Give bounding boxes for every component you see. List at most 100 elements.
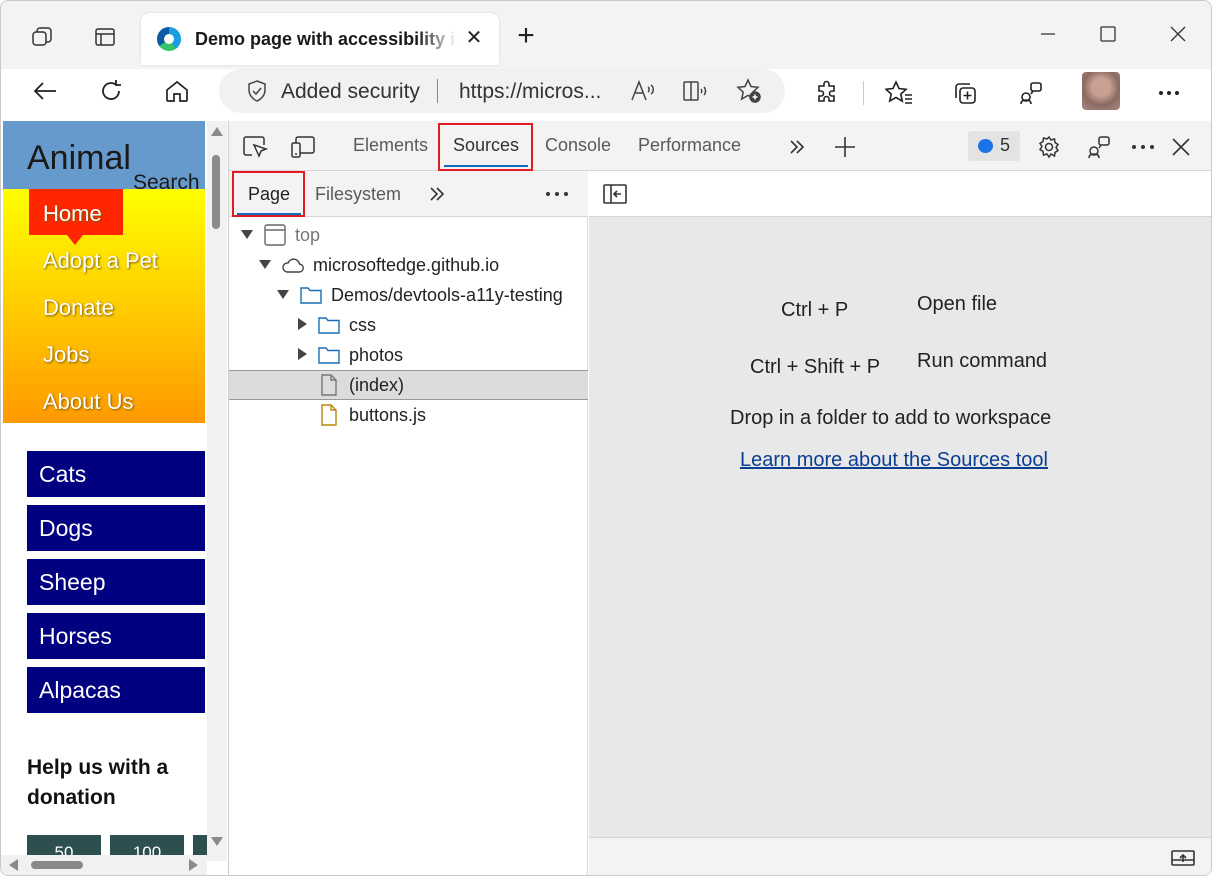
more-tabs-chevron-icon[interactable] — [783, 133, 811, 161]
sources-highlight-box — [438, 123, 533, 171]
tree-item-top[interactable]: top — [229, 220, 588, 250]
tab-actions-icon[interactable] — [91, 23, 119, 51]
refresh-icon[interactable] — [91, 71, 131, 111]
url-text[interactable]: https://micros... — [459, 80, 601, 104]
tree-item-css-folder[interactable]: css — [229, 310, 588, 340]
site-nav-adopt[interactable]: Adopt a Pet — [43, 248, 158, 274]
browser-window: Demo page with accessibility issues ✕ + — [0, 0, 1212, 876]
issues-badge[interactable]: 5 — [968, 131, 1020, 161]
more-navigator-tabs-chevron-icon[interactable] — [423, 180, 451, 208]
site-nav-donate[interactable]: Donate — [43, 295, 114, 321]
shortcut-action-open-file: Open file — [917, 293, 998, 315]
site-logo[interactable]: Animal — [27, 139, 131, 178]
close-devtools-icon[interactable] — [1167, 133, 1195, 161]
close-window-icon[interactable] — [1163, 19, 1193, 49]
tree-item-domain[interactable]: microsoftedge.github.io — [229, 250, 588, 280]
workspaces-icon[interactable] — [28, 23, 56, 51]
frame-icon — [264, 224, 286, 246]
site-nav: Home Adopt a Pet Donate Jobs About Us — [3, 189, 205, 423]
new-tab-icon[interactable]: + — [513, 21, 539, 51]
scroll-right-icon[interactable] — [189, 859, 198, 871]
home-icon[interactable] — [157, 71, 197, 111]
browser-tab[interactable]: Demo page with accessibility issues ✕ — [141, 13, 499, 65]
tree-label: photos — [349, 345, 404, 365]
profile-avatar[interactable] — [1082, 72, 1120, 110]
maximize-icon[interactable] — [1093, 19, 1123, 49]
site-nav-about[interactable]: About Us — [43, 389, 134, 415]
expand-triangle-icon[interactable] — [241, 230, 253, 239]
minimize-icon[interactable] — [1033, 19, 1063, 49]
shortcut-keys-open-file: Ctrl + P — [781, 299, 849, 321]
tree-label: top — [295, 225, 321, 245]
tree-item-demos-folder[interactable]: Demos/devtools-a11y-testing — [229, 280, 588, 310]
vertical-scrollbar[interactable] — [207, 121, 227, 861]
security-label[interactable]: Added security — [281, 80, 420, 104]
devtools-more-icon[interactable] — [1129, 133, 1157, 161]
collapsed-triangle-icon[interactable] — [298, 318, 307, 330]
category-dogs[interactable]: Dogs — [27, 505, 205, 551]
scroll-down-icon[interactable] — [211, 837, 223, 846]
toggle-navigator-icon[interactable] — [601, 180, 629, 208]
tab-performance[interactable]: Performance — [638, 135, 741, 156]
tab-elements[interactable]: Elements — [353, 135, 428, 156]
add-tab-icon[interactable] — [831, 133, 859, 161]
script-file-icon — [321, 404, 337, 426]
category-horses[interactable]: Horses — [27, 613, 205, 659]
read-aloud-icon[interactable] — [629, 77, 657, 105]
toggle-drawer-icon[interactable] — [1169, 844, 1197, 872]
tab-filesystem[interactable]: Filesystem — [315, 184, 401, 205]
scroll-thumb-horizontal[interactable] — [31, 861, 83, 869]
tab-strip: Demo page with accessibility issues ✕ + — [1, 1, 1211, 69]
expand-triangle-icon[interactable] — [259, 260, 271, 269]
extensions-icon[interactable] — [809, 75, 845, 111]
category-sheep[interactable]: Sheep — [27, 559, 205, 605]
tree-item-buttons-js[interactable]: buttons.js — [229, 400, 588, 430]
rendered-webpage: Animal Search Home Adopt a Pet Donate Jo… — [1, 121, 229, 875]
back-icon[interactable] — [25, 71, 65, 111]
site-nav-home[interactable]: Home — [43, 201, 102, 227]
favorites-icon[interactable] — [881, 75, 917, 111]
folder-icon — [318, 317, 340, 334]
learn-more-sources-link[interactable]: Learn more about the Sources tool — [740, 449, 1048, 472]
scroll-thumb[interactable] — [212, 155, 220, 229]
inspect-element-icon[interactable] — [241, 133, 269, 161]
shield-icon[interactable] — [243, 77, 271, 105]
editor-toolbar — [589, 171, 1211, 217]
browser-essentials-icon[interactable] — [1013, 75, 1049, 111]
navigator-more-icon[interactable] — [543, 180, 571, 208]
toolbar-divider — [863, 81, 864, 105]
tab-console[interactable]: Console — [545, 135, 611, 156]
horizontal-scrollbar[interactable] — [1, 855, 207, 875]
sources-navigator: Page Filesystem top microsoftedge.github… — [229, 171, 588, 875]
immersive-reader-icon[interactable] — [681, 77, 709, 105]
category-cats[interactable]: Cats — [27, 451, 205, 497]
collapsed-triangle-icon[interactable] — [298, 348, 307, 360]
address-separator — [437, 79, 438, 103]
address-bar[interactable]: Added security https://micros... — [219, 69, 785, 113]
home-indicator-arrow — [67, 235, 83, 245]
scroll-left-icon[interactable] — [9, 859, 18, 871]
scroll-up-icon[interactable] — [211, 127, 223, 136]
collections-icon[interactable] — [947, 75, 983, 111]
message-bubble-icon — [978, 139, 993, 153]
editor-status-bar — [589, 837, 1211, 875]
workspace-drop-hint: Drop in a folder to add to workspace — [730, 407, 1052, 429]
shortcut-action-run-command: Run command — [917, 350, 1048, 372]
tree-label: buttons.js — [349, 405, 427, 425]
folder-icon — [318, 347, 340, 364]
edge-favicon-icon — [157, 27, 181, 51]
issues-count: 5 — [1000, 135, 1011, 155]
expand-triangle-icon[interactable] — [277, 290, 289, 299]
close-tab-icon[interactable]: ✕ — [463, 27, 485, 49]
site-nav-jobs[interactable]: Jobs — [43, 342, 89, 368]
tree-item-index[interactable]: (index) — [229, 370, 588, 400]
feedback-icon[interactable] — [1085, 133, 1113, 161]
device-emulation-icon[interactable] — [289, 133, 317, 161]
settings-gear-icon[interactable] — [1035, 133, 1063, 161]
category-alpacas[interactable]: Alpacas — [27, 667, 205, 713]
add-favorite-icon[interactable] — [735, 77, 763, 105]
navigation-bar: Added security https://micros... — [1, 69, 1211, 121]
tree-label: css — [349, 315, 376, 335]
more-menu-icon[interactable] — [1151, 75, 1187, 111]
tree-item-photos-folder[interactable]: photos — [229, 340, 588, 370]
